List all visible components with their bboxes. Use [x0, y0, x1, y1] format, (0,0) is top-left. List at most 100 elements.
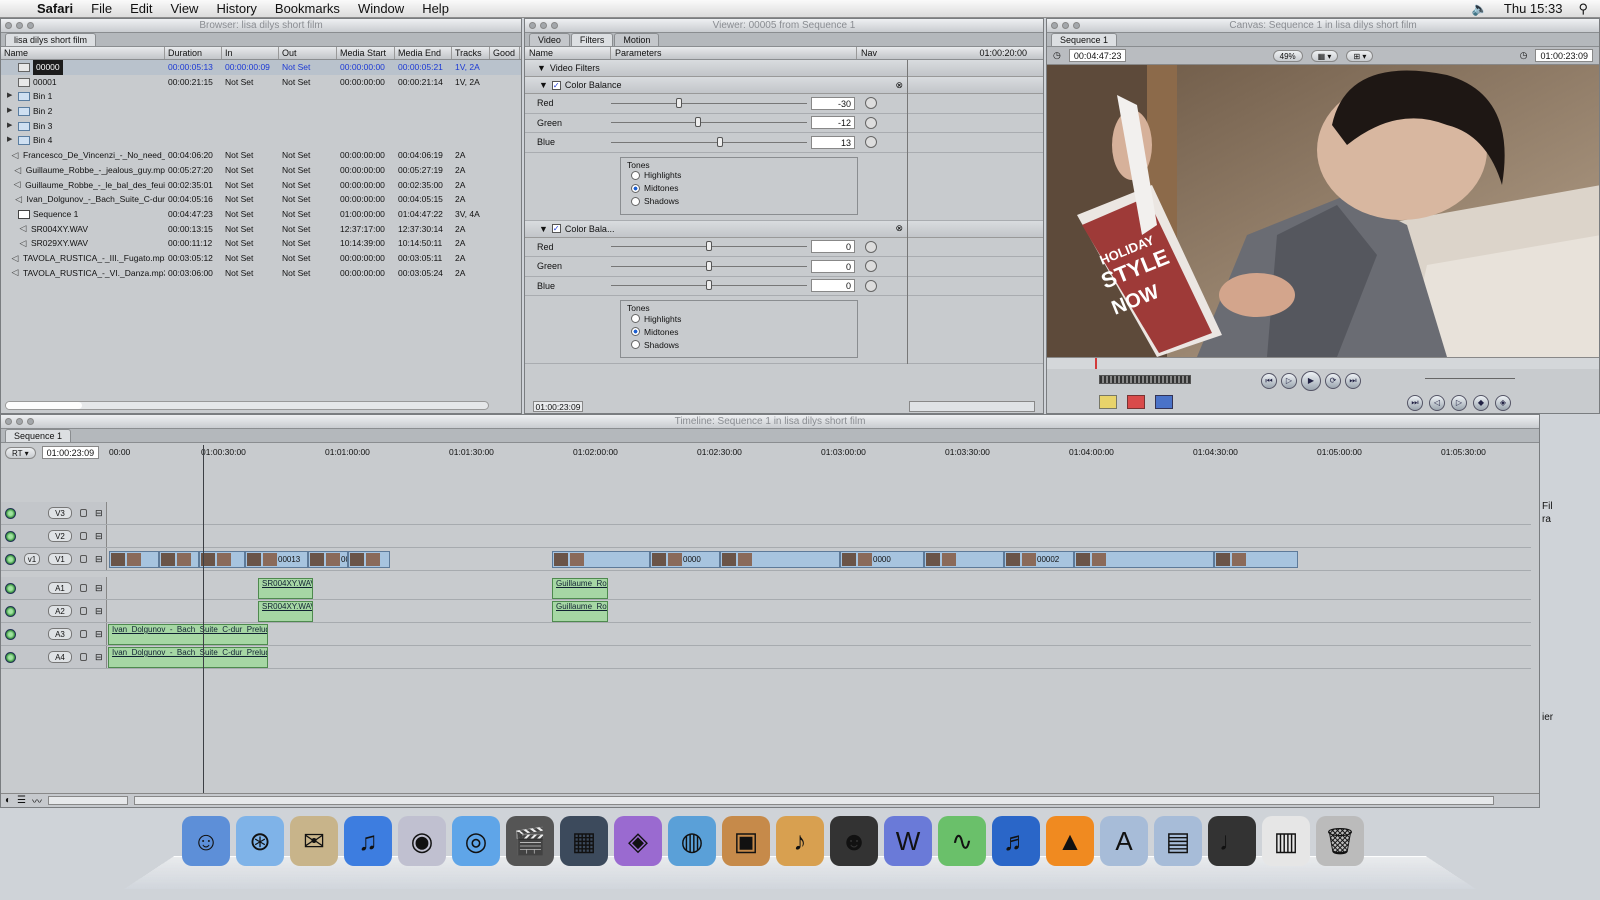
param-slider[interactable]: [611, 260, 807, 271]
menu-help[interactable]: Help: [413, 1, 458, 16]
col-in-header[interactable]: In: [222, 47, 279, 59]
browser-row[interactable]: ▶ Bin 1: [1, 89, 521, 104]
browser-row[interactable]: ◁ TAVOLA_RUSTICA_-_VI._Danza.mp3 00:03:06:…: [1, 266, 521, 281]
slider-knob[interactable]: [706, 260, 712, 271]
filter-enable-checkbox[interactable]: ✓: [551, 80, 561, 90]
close-window-button[interactable]: [5, 418, 12, 425]
col-out-header[interactable]: Out: [279, 47, 337, 59]
param-value-field[interactable]: 0: [811, 279, 855, 293]
trash-icon[interactable]: 🗑: [1316, 816, 1364, 866]
remove-filter-icon[interactable]: ⊗: [895, 223, 903, 234]
col-tracks-header[interactable]: Tracks: [452, 47, 490, 59]
spotlight-icon[interactable]: ⚲: [1578, 1, 1588, 17]
add-keyframe-button[interactable]: ◈: [1495, 395, 1511, 411]
preview-icon[interactable]: ✉: [290, 816, 338, 866]
compressor-icon[interactable]: ▦: [560, 816, 608, 866]
photo-booth-icon[interactable]: ☻: [830, 816, 878, 866]
tab-motion[interactable]: Motion: [614, 33, 660, 46]
audio-enable-icon[interactable]: [5, 605, 16, 617]
video-filters-section[interactable]: ▼ Video Filters: [525, 60, 1043, 77]
menu-file[interactable]: File: [82, 1, 121, 16]
audio-enable-icon[interactable]: [5, 582, 16, 594]
browser-row[interactable]: ◁ Guillaume_Robbe_-_jealous_guy.mp 00:05:2…: [1, 163, 521, 178]
browser-row[interactable]: ◁ SR004XY.WAV 00:00:13:15 Not Set Not Set 12:…: [1, 222, 521, 237]
replace-edit-button[interactable]: [1155, 395, 1173, 409]
disclosure-down-icon[interactable]: ▼: [539, 80, 548, 90]
downloads-icon[interactable]: ▥: [1262, 816, 1310, 866]
disclosure-right-icon[interactable]: ▶: [7, 89, 15, 104]
param-value-field[interactable]: 13: [811, 135, 855, 149]
timeline-ruler[interactable]: 00:00 01:00:30:00 01:01:00:00 01:01:30:00 01…: [107, 445, 1529, 461]
audio-clip[interactable]: Guillaume_Rob: [552, 601, 608, 622]
param-value-field[interactable]: -30: [811, 96, 855, 110]
filter-enable-checkbox[interactable]: ✓: [551, 224, 561, 233]
prev-edit-button[interactable]: ⏮: [1261, 373, 1277, 389]
param-slider[interactable]: [611, 280, 807, 291]
tone-radio-shadows[interactable]: Shadows: [631, 195, 681, 208]
video-clip[interactable]: 00002: [1004, 551, 1074, 568]
menu-window[interactable]: Window: [349, 1, 413, 16]
filter-header[interactable]: ▼ ✓ Color Balance ⊗: [525, 77, 1043, 94]
browser-row[interactable]: ◁ SR029XY.WAV 00:00:11:12 Not Set Not Set 10:…: [1, 236, 521, 251]
match-frame-button[interactable]: ⏭: [1407, 395, 1423, 411]
track-visibility-icon[interactable]: [5, 530, 16, 542]
viewer-titlebar[interactable]: Viewer: 00005 from Sequence 1: [525, 19, 1043, 33]
music-icon[interactable]: ♩: [1208, 816, 1256, 866]
track-label[interactable]: V3: [48, 507, 72, 519]
param-value-field[interactable]: 0: [811, 259, 855, 273]
tone-radio-midtones[interactable]: Midtones: [631, 325, 681, 338]
col-name-header[interactable]: Name: [1, 47, 165, 59]
browser-row[interactable]: ◁ Francesco_De_Vincenzi_-_No_need_ 00:04:0…: [1, 148, 521, 163]
param-slider[interactable]: [611, 117, 807, 128]
menu-bookmarks[interactable]: Bookmarks: [266, 1, 349, 16]
tab-video[interactable]: Video: [529, 33, 570, 46]
canvas-tab-sequence[interactable]: Sequence 1: [1051, 33, 1118, 46]
garageband-icon[interactable]: ♪: [776, 816, 824, 866]
zoom-popup[interactable]: 49%: [1272, 49, 1303, 62]
radio-button-icon[interactable]: [631, 183, 640, 193]
source-patch-v1[interactable]: v1: [24, 553, 40, 565]
radio-button-icon[interactable]: [631, 196, 640, 206]
keyframe-button[interactable]: [865, 279, 877, 292]
display-popup[interactable]: ⊞ ▾: [1346, 49, 1374, 62]
jog-slider[interactable]: [1425, 378, 1515, 379]
documents-icon[interactable]: ▤: [1154, 816, 1202, 866]
menu-history[interactable]: History: [207, 1, 265, 16]
keyframe-button[interactable]: [865, 136, 877, 149]
browser-scroll-thumb[interactable]: [6, 402, 82, 409]
video-clip[interactable]: [348, 551, 390, 568]
keyframe-button[interactable]: [865, 260, 877, 273]
param-value-field[interactable]: 0: [811, 240, 855, 254]
col-good-header[interactable]: Good: [490, 47, 520, 59]
auto-select-icon[interactable]: ⊟: [95, 531, 103, 542]
zoom-window-button[interactable]: [27, 22, 34, 29]
track-v1[interactable]: v1 V1 ⊟ 00013 0001 0000 0000 00002: [1, 548, 1531, 571]
minimize-window-button[interactable]: [1062, 22, 1069, 29]
disclosure-right-icon[interactable]: ▶: [7, 133, 15, 148]
overwrite-edit-button[interactable]: [1127, 395, 1145, 409]
applications-icon[interactable]: A: [1100, 816, 1148, 866]
play-button[interactable]: ▶: [1301, 371, 1321, 391]
track-v3[interactable]: V3 ⊟: [1, 502, 1531, 525]
viewer-zoom-scroller[interactable]: [909, 401, 1035, 412]
auto-select-icon[interactable]: ⊟: [95, 508, 103, 519]
motion-icon[interactable]: ◈: [614, 816, 662, 866]
browser-row[interactable]: ◁ TAVOLA_RUSTICA_-_III._Fugato.mp3 00:03:0…: [1, 251, 521, 266]
timeline-tab-sequence[interactable]: Sequence 1: [5, 429, 72, 442]
close-window-button[interactable]: [1051, 22, 1058, 29]
browser-row[interactable]: 00000 00:00:05:13 00:00:00:09 Not Set 00:00:…: [1, 60, 521, 75]
close-window-button[interactable]: [5, 22, 12, 29]
audio-clip[interactable]: SR004XY.WAV: [258, 578, 313, 599]
track-label[interactable]: A1: [48, 582, 72, 594]
vlc-icon[interactable]: ▲: [1046, 816, 1094, 866]
dvd-player-icon[interactable]: ◉: [398, 816, 446, 866]
browser-row[interactable]: ◁ Guillaume_Robbe_-_le_bal_des_feui 00:02:…: [1, 178, 521, 193]
param-slider[interactable]: [611, 97, 807, 108]
timeline-playhead[interactable]: [203, 445, 204, 793]
keyframe-button[interactable]: [865, 97, 877, 110]
track-a3[interactable]: A3 ⊟ Ivan_Dolgunov_-_Bach_Suite_C-dur_Prel…: [1, 623, 1531, 646]
mark-out-button[interactable]: ▷: [1451, 395, 1467, 411]
qmaster-icon[interactable]: ◍: [668, 816, 716, 866]
minimize-window-button[interactable]: [540, 22, 547, 29]
param-value-field[interactable]: -12: [811, 116, 855, 130]
